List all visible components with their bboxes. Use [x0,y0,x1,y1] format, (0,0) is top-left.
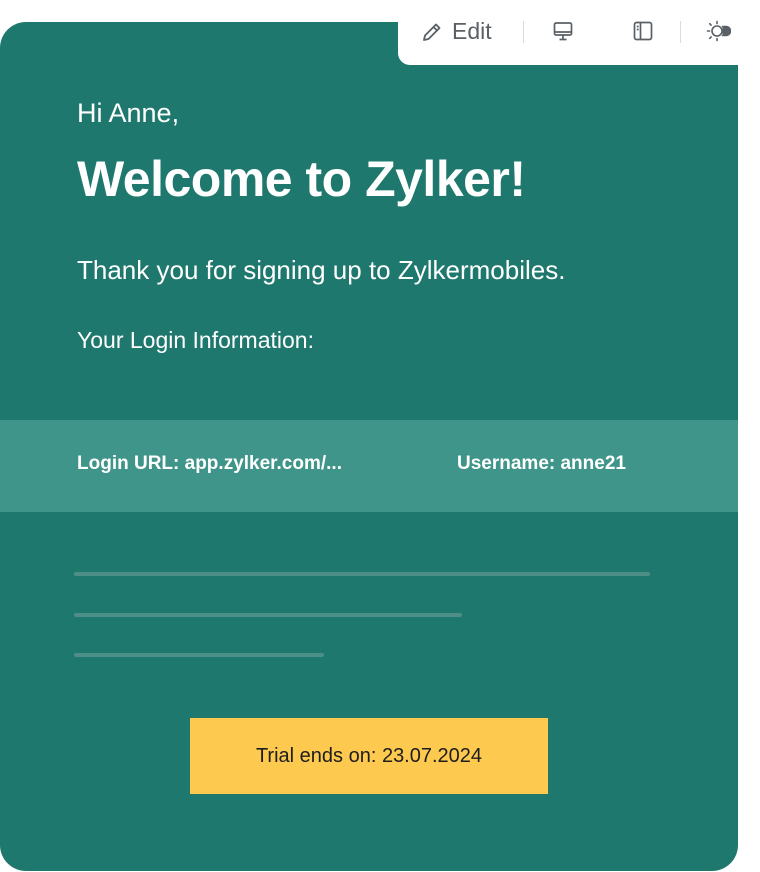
preview-toolbar: Edit [398,0,738,65]
placeholder-text-line [74,613,462,617]
pencil-icon [420,20,444,44]
edit-label: Edit [452,18,492,44]
theme-toggle-icon [705,18,732,49]
trial-ends-label: Trial ends on: 23.07.2024 [255,744,483,767]
toolbar-divider [523,21,524,43]
side-panel-button[interactable] [630,20,656,46]
trial-ends-button[interactable]: Trial ends on: 23.07.2024 [190,718,548,794]
thanks-text: Thank you for signing up to Zylkermobile… [77,255,566,285]
username-text: Username: anne21 [457,453,626,474]
greeting-text: Hi Anne, [77,98,180,128]
placeholder-text-line [74,572,650,576]
edit-button[interactable]: Edit [420,18,492,45]
desktop-icon [551,19,575,48]
page: Edit Hi Anne, Welcome to Zylker! Thank y… [0,0,760,872]
login-url-text: Login URL: app.zylker.com/... [77,453,342,474]
welcome-email-card: Hi Anne, Welcome to Zylker! Thank you fo… [0,22,738,871]
welcome-title: Welcome to Zylker! [77,151,526,207]
toolbar-divider [680,21,681,43]
placeholder-text-line [74,653,324,657]
sidebar-panel-icon [631,19,655,48]
theme-toggle-button[interactable] [705,18,732,49]
login-info-band: Login URL: app.zylker.com/... Username: … [0,420,738,512]
login-info-heading: Your Login Information: [77,327,314,353]
desktop-view-button[interactable] [550,20,576,46]
